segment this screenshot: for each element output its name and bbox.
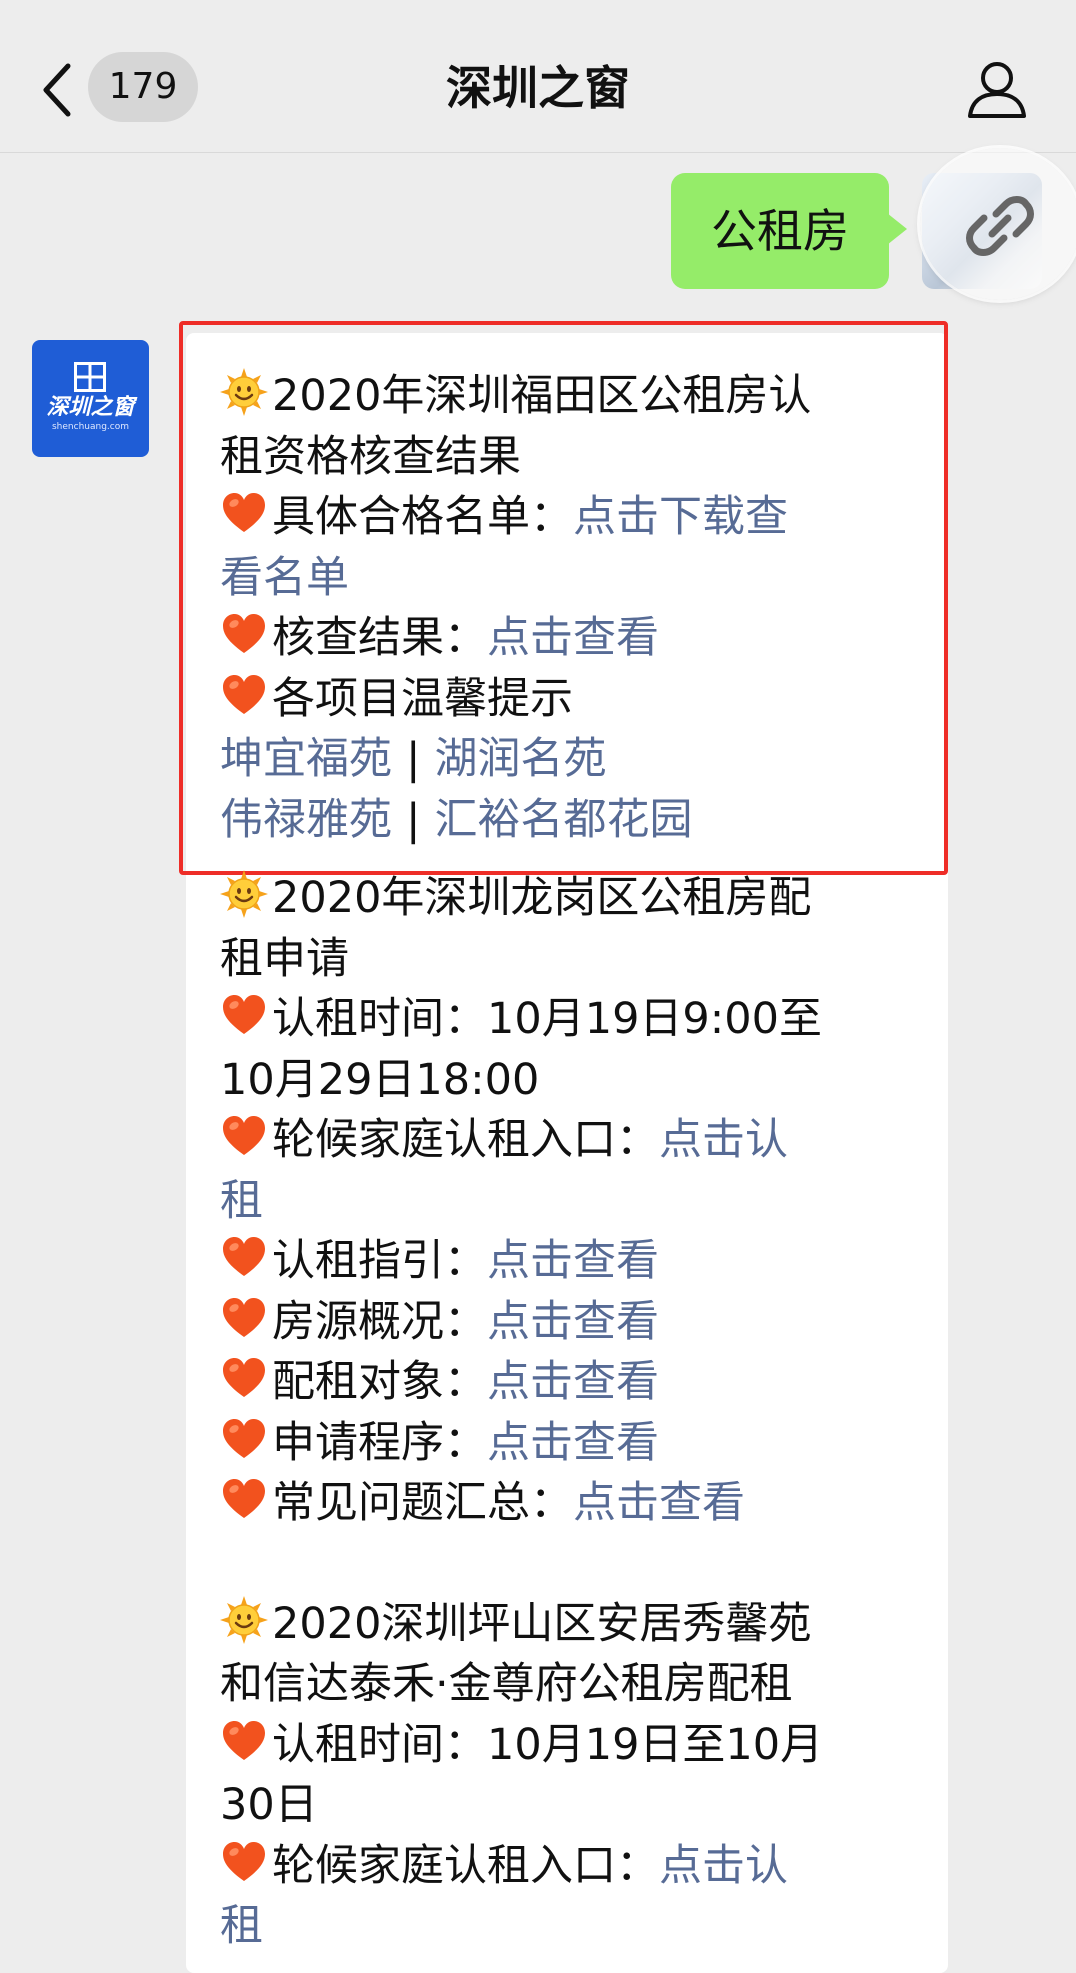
message-content: 2020年深圳福田区公租房认 租资格核查结果 具体合格名单：点击下载查 看名单 … (220, 366, 930, 1957)
project-link-kunyi[interactable]: 坤宜福苑 (220, 734, 392, 784)
sec2-faq-label: 常见问题汇总： (272, 1478, 573, 1528)
sec2-guide: 认租指引：点击查看 (220, 1231, 930, 1292)
sec3-entry-label: 轮候家庭认租入口： (272, 1840, 659, 1891)
target-view-link[interactable]: 点击查看 (487, 1357, 659, 1407)
sun-emoji-icon (220, 1596, 268, 1644)
sec2-time-text: 认租时间：10月19日9:00至 (272, 994, 822, 1044)
sec1-item2-label: 核查结果： (272, 613, 487, 663)
sec2-time: 认租时间：10月19日9:00至 (220, 989, 930, 1050)
sec3-time: 认租时间：10月19日至10月 (220, 1715, 930, 1776)
floating-link-button[interactable] (920, 148, 1076, 300)
divider: | (406, 794, 421, 845)
process-view-link[interactable]: 点击查看 (487, 1418, 659, 1468)
sec2-housing-label: 房源概况： (272, 1296, 487, 1347)
sec3-apply-link[interactable]: 点击认 (659, 1841, 788, 1891)
heart-emoji-icon (220, 1233, 268, 1281)
housing-view-link[interactable]: 点击查看 (487, 1297, 659, 1347)
sec2-housing: 房源概况：点击查看 (220, 1292, 930, 1353)
view-result-link[interactable]: 点击查看 (487, 613, 659, 663)
sec2-entry-label: 轮候家庭认租入口： (272, 1115, 659, 1165)
download-list-link-cont[interactable]: 看名单 (220, 548, 930, 609)
heart-emoji-icon (220, 1717, 268, 1765)
logo-subtitle: shenchuang.com (51, 422, 129, 432)
heart-emoji-icon (220, 610, 268, 658)
download-list-link[interactable]: 点击下载查 (573, 492, 788, 542)
heart-emoji-icon (220, 991, 268, 1039)
sec3-apply-link-cont[interactable]: 租 (220, 1896, 930, 1957)
sec1-item1-label: 具体合格名单： (272, 492, 573, 542)
sec2-entry: 轮候家庭认租入口：点击认 (220, 1110, 930, 1171)
outgoing-message[interactable]: 公租房 (671, 173, 907, 289)
heart-emoji-icon (220, 489, 268, 537)
sec2-faq: 常见问题汇总：点击查看 (220, 1473, 930, 1534)
sec2-guide-label: 认租指引： (272, 1236, 487, 1286)
sec3-title: 2020深圳坪山区安居秀馨苑 (272, 1598, 812, 1649)
heart-emoji-icon (220, 1294, 268, 1342)
divider: | (406, 734, 421, 784)
project-links-row-1: 坤宜福苑 | 湖润名苑 (220, 729, 930, 790)
faq-view-link[interactable]: 点击查看 (573, 1478, 745, 1528)
link-icon (966, 196, 1034, 256)
heart-emoji-icon (220, 1354, 268, 1402)
sec1-item-tips: 各项目温馨提示 (220, 669, 930, 730)
sec3-title-cont: 和信达泰禾·金尊府公租房配租 (220, 1659, 793, 1709)
heart-emoji-icon (220, 1475, 268, 1523)
sec2-apply-link-cont[interactable]: 租 (220, 1171, 930, 1232)
project-link-hurun[interactable]: 湖润名苑 (435, 734, 607, 784)
sec2-title: 2020年深圳龙岗区公租房配 (272, 873, 812, 923)
sec2-target: 配租对象：点击查看 (220, 1352, 930, 1413)
guide-view-link[interactable]: 点击查看 (487, 1236, 659, 1286)
sec3-entry: 轮候家庭认租入口：点击认 (220, 1836, 930, 1897)
sec2-title-cont: 租申请 (220, 933, 349, 984)
logo-text: 深圳之窗 (46, 395, 135, 420)
sec3-time-cont: 30日 (220, 1780, 318, 1830)
project-links-row-2: 伟禄雅苑 | 汇裕名都花园 (220, 790, 930, 851)
sec1-title-line: 2020年深圳福田区公租房认 (220, 366, 930, 427)
sun-emoji-icon (220, 870, 268, 918)
sec1-item-result: 核查结果：点击查看 (220, 608, 930, 669)
profile-icon[interactable] (966, 58, 1028, 120)
sec2-apply-link[interactable]: 点击认 (659, 1115, 788, 1165)
window-logo-icon (74, 362, 106, 392)
sec1-item-list: 具体合格名单：点击下载查 (220, 487, 930, 548)
heart-emoji-icon (220, 1838, 268, 1886)
sender-avatar[interactable]: 深圳之窗 shenchuang.com (32, 340, 149, 457)
sec1-item3-label: 各项目温馨提示 (272, 673, 573, 724)
heart-emoji-icon (220, 1415, 268, 1463)
heart-emoji-icon (220, 1112, 268, 1160)
sec1-title: 2020年深圳福田区公租房认 (272, 371, 812, 421)
sec3-title-line: 2020深圳坪山区安居秀馨苑 (220, 1594, 930, 1655)
nav-bar: 179 深圳之窗 (0, 0, 1076, 153)
sec3-time-text: 认租时间：10月19日至10月 (272, 1719, 824, 1770)
sec1-title-cont: 租资格核查结果 (220, 431, 521, 482)
sec2-target-label: 配租对象： (272, 1357, 487, 1407)
sec2-process-label: 申请程序： (272, 1417, 487, 1468)
sec2-time-cont: 10月29日18:00 (220, 1054, 540, 1105)
sun-emoji-icon (220, 368, 268, 416)
project-link-weilu[interactable]: 伟禄雅苑 (220, 795, 392, 845)
heart-emoji-icon (220, 671, 268, 719)
chat-title: 深圳之窗 (446, 61, 630, 115)
sec2-process: 申请程序：点击查看 (220, 1413, 930, 1474)
sec2-title-line: 2020年深圳龙岗区公租房配 (220, 868, 930, 929)
project-link-huiyu[interactable]: 汇裕名都花园 (435, 795, 693, 845)
